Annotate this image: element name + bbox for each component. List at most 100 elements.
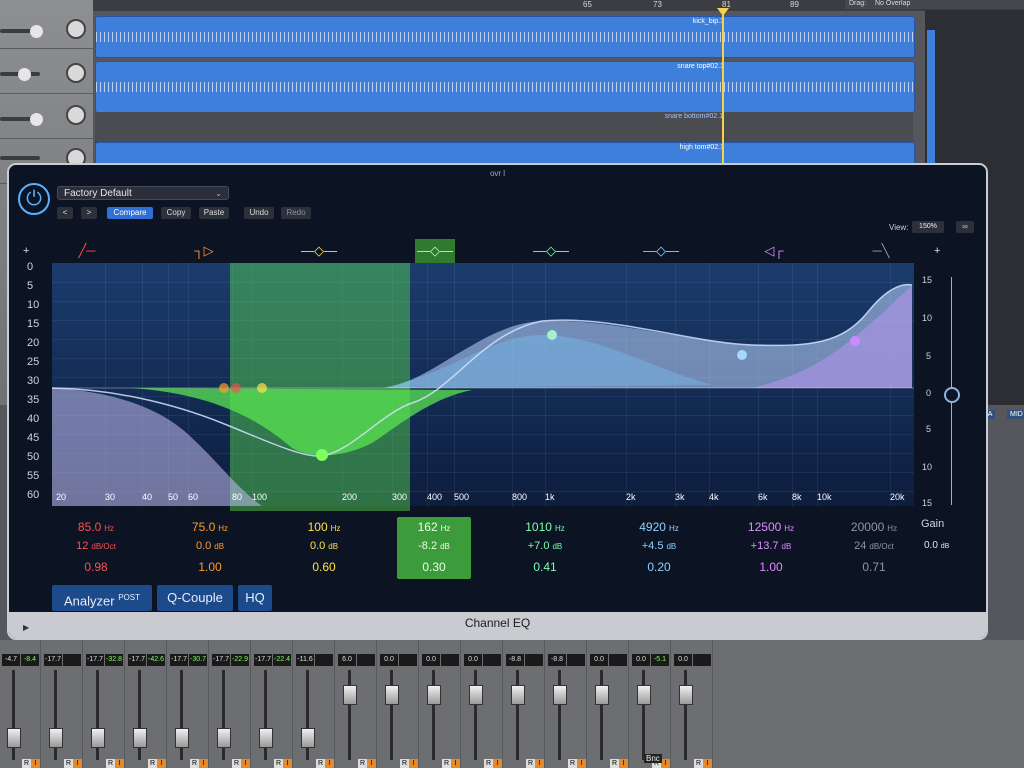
volume-slider-thumb[interactable] <box>30 113 43 126</box>
volume-readout[interactable]: 0.0 <box>632 654 650 666</box>
volume-readout[interactable]: 0.0 <box>380 654 398 666</box>
input-monitor-button[interactable]: I <box>73 759 82 768</box>
input-monitor-button[interactable]: I <box>283 759 292 768</box>
copy-button[interactable]: Copy <box>161 207 191 219</box>
band-q[interactable]: 1.00 <box>169 560 251 580</box>
analyzer-button[interactable]: Analyzer POST <box>52 585 152 611</box>
band-162-handle[interactable] <box>316 449 328 461</box>
band-q[interactable]: 0.71 <box>833 560 915 580</box>
pan-knob[interactable] <box>66 63 86 83</box>
power-icon[interactable]: ⏻ <box>18 183 50 215</box>
band-gain[interactable]: -8.2 dB <box>393 540 475 560</box>
input-monitor-button[interactable]: I <box>367 759 376 768</box>
record-enable-button[interactable]: R <box>106 759 115 768</box>
band-85-handle[interactable] <box>231 383 241 393</box>
volume-readout[interactable]: -8.8 <box>548 654 566 666</box>
volume-fader[interactable] <box>91 728 105 748</box>
high-cut-icon[interactable]: ─╲ <box>861 239 901 263</box>
drag-mode-select[interactable]: No Overlap <box>875 0 910 7</box>
input-monitor-button[interactable]: I <box>619 759 628 768</box>
hq-button[interactable]: HQ <box>238 585 272 611</box>
record-enable-button[interactable]: R <box>610 759 619 768</box>
input-monitor-button[interactable]: I <box>493 759 502 768</box>
volume-slider-thumb[interactable] <box>18 68 31 81</box>
view-zoom-select[interactable]: 150% <box>912 221 944 233</box>
band-q[interactable]: 0.41 <box>504 560 586 580</box>
band-q[interactable]: 0.20 <box>618 560 700 580</box>
bounce-button[interactable]: Bnc <box>644 754 662 763</box>
band-frequency[interactable]: 75.0 Hz <box>169 520 251 540</box>
volume-fader[interactable] <box>553 685 567 705</box>
compare-button[interactable]: Compare <box>107 207 153 219</box>
band-frequency[interactable]: 4920 Hz <box>618 520 700 540</box>
preset-dropdown[interactable]: Factory Default ⌄ <box>57 186 229 200</box>
record-enable-button[interactable]: R <box>484 759 493 768</box>
band-100-handle[interactable] <box>257 383 267 393</box>
band-gain[interactable]: 12 dB/Oct <box>55 540 137 560</box>
input-monitor-button[interactable]: I <box>241 759 250 768</box>
volume-fader[interactable] <box>427 685 441 705</box>
record-enable-button[interactable]: R <box>400 759 409 768</box>
input-monitor-button[interactable]: I <box>661 759 670 768</box>
band-frequency[interactable]: 1010 Hz <box>504 520 586 540</box>
mid-button[interactable]: MID <box>1007 410 1024 419</box>
band-q[interactable]: 0.30 <box>393 560 475 580</box>
previous-preset-button[interactable]: < <box>57 207 73 219</box>
volume-readout[interactable]: 0.0 <box>674 654 692 666</box>
volume-fader[interactable] <box>301 728 315 748</box>
volume-readout[interactable]: -8.8 <box>506 654 524 666</box>
record-enable-button[interactable]: R <box>22 759 31 768</box>
band-q[interactable]: 1.00 <box>730 560 812 580</box>
input-monitor-button[interactable]: I <box>451 759 460 768</box>
volume-readout[interactable]: -17.7 <box>170 654 188 666</box>
band-frequency[interactable]: 20000 Hz <box>833 520 915 540</box>
volume-fader[interactable] <box>511 685 525 705</box>
track-lane[interactable]: snare bottom#02.1 <box>95 112 913 143</box>
input-monitor-button[interactable]: I <box>409 759 418 768</box>
band-gain[interactable]: 0.0 dB <box>283 540 365 560</box>
band-frequency[interactable]: 162 Hz <box>393 520 475 540</box>
volume-fader[interactable] <box>469 685 483 705</box>
volume-fader[interactable] <box>259 728 273 748</box>
volume-readout[interactable]: -17.7 <box>212 654 230 666</box>
add-point-right[interactable]: + <box>934 245 940 257</box>
record-enable-button[interactable]: R <box>274 759 283 768</box>
pan-knob[interactable] <box>66 19 86 39</box>
gain-slider-thumb[interactable] <box>944 387 960 403</box>
gain-value[interactable]: 0.0 dB <box>924 540 949 551</box>
record-enable-button[interactable]: R <box>358 759 367 768</box>
volume-readout[interactable]: -17.7 <box>128 654 146 666</box>
add-point-left[interactable]: + <box>23 245 29 257</box>
volume-fader[interactable] <box>385 685 399 705</box>
eq-graph[interactable]: 20 30 40 50 60 80 100 200 300 400 500 80… <box>52 263 914 511</box>
volume-fader[interactable] <box>7 728 21 748</box>
band-frequency[interactable]: 85.0 Hz <box>55 520 137 540</box>
link-icon[interactable]: ∞ <box>956 221 974 233</box>
paste-button[interactable]: Paste <box>199 207 229 219</box>
record-enable-button[interactable]: R <box>442 759 451 768</box>
volume-readout[interactable]: 0.0 <box>464 654 482 666</box>
input-monitor-button[interactable]: I <box>157 759 166 768</box>
volume-fader[interactable] <box>175 728 189 748</box>
band-75-handle[interactable] <box>219 383 229 393</box>
bell-band-icon[interactable]: —◇— <box>531 239 571 263</box>
input-monitor-button[interactable]: I <box>703 759 712 768</box>
volume-readout[interactable]: 6.0 <box>338 654 356 666</box>
next-preset-button[interactable]: > <box>81 207 97 219</box>
audio-region[interactable]: snare top#02.1 <box>95 61 915 113</box>
input-monitor-button[interactable]: I <box>115 759 124 768</box>
record-enable-button[interactable]: R <box>148 759 157 768</box>
band-gain[interactable]: +4.5 dB <box>618 540 700 560</box>
input-monitor-button[interactable]: I <box>199 759 208 768</box>
band-12500-handle[interactable] <box>850 336 860 346</box>
volume-readout[interactable]: -4.7 <box>2 654 20 666</box>
band-frequency[interactable]: 100 Hz <box>283 520 365 540</box>
record-enable-button[interactable]: R <box>64 759 73 768</box>
volume-readout[interactable]: 0.0 <box>422 654 440 666</box>
volume-slider[interactable] <box>0 156 40 160</box>
record-enable-button[interactable]: R <box>694 759 703 768</box>
pan-knob[interactable] <box>66 105 86 125</box>
high-shelf-icon[interactable]: ◁┌ <box>754 239 794 263</box>
bell-band-icon[interactable]: —◇— <box>415 239 455 263</box>
volume-fader[interactable] <box>595 685 609 705</box>
